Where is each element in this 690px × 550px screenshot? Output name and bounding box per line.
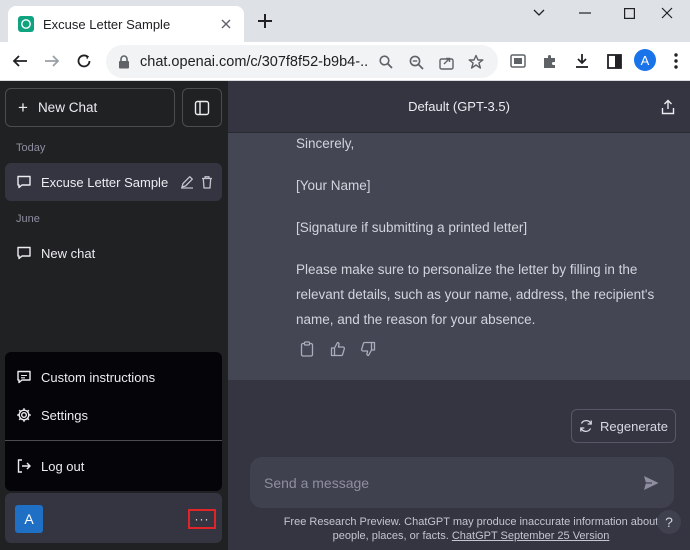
chat-item-label: New chat: [41, 245, 96, 261]
custom-instructions-label: Custom instructions: [41, 369, 156, 385]
minimize-icon[interactable]: [562, 0, 608, 26]
user-avatar: A: [15, 505, 43, 533]
settings-label: Settings: [41, 407, 88, 423]
message-line: [Your Name]: [296, 178, 371, 193]
close-tab-icon[interactable]: [218, 16, 234, 32]
chat-item-new-chat[interactable]: New chat: [5, 234, 222, 272]
sidebar: + New Chat Today Excuse Letter Sample Ju…: [0, 81, 228, 550]
search-icon[interactable]: [374, 50, 398, 74]
back-arrow-icon[interactable]: [8, 49, 32, 73]
message-line: [Signature if submitting a printed lette…: [296, 220, 528, 235]
chat-bubble-icon: [16, 245, 32, 261]
reload-icon[interactable]: [72, 49, 96, 73]
url-text[interactable]: chat.openai.com/c/307f8f52-b9b4-...: [140, 54, 368, 70]
assistant-message: Sincerely, [Your Name] [Signature if sub…: [228, 133, 690, 380]
menu-divider: [5, 440, 222, 441]
plus-icon: +: [18, 97, 28, 117]
new-chat-button[interactable]: + New Chat: [5, 88, 175, 127]
logout-icon: [16, 458, 32, 474]
thumbs-up-icon[interactable]: [330, 341, 346, 357]
gear-icon: [16, 407, 32, 423]
download-icon[interactable]: [570, 49, 594, 73]
chatgpt-logo-icon: [18, 16, 34, 32]
browser-toolbar: chat.openai.com/c/307f8f52-b9b4-... A: [0, 42, 690, 81]
copy-clipboard-icon[interactable]: [300, 341, 316, 357]
screenshot-icon[interactable]: [506, 49, 530, 73]
forward-arrow-icon[interactable]: [40, 49, 64, 73]
message-square-icon: [16, 369, 32, 385]
section-label-june: June: [16, 213, 40, 225]
message-line: Sincerely,: [296, 136, 355, 151]
model-title: Default (GPT-3.5): [408, 99, 510, 114]
logout-menu-item[interactable]: Log out: [5, 447, 222, 485]
new-chat-label: New Chat: [37, 100, 98, 115]
chat-item-label: Excuse Letter Sample: [41, 174, 169, 190]
chat-bubble-icon: [16, 174, 32, 190]
chat-header: Default (GPT-3.5): [228, 81, 690, 133]
refresh-icon: [579, 419, 593, 433]
section-label-today: Today: [16, 142, 46, 154]
tab-title: Excuse Letter Sample: [43, 16, 171, 32]
bookmark-star-icon[interactable]: [464, 50, 488, 74]
chevron-down-icon[interactable]: [516, 0, 562, 26]
logout-label: Log out: [41, 458, 85, 474]
browser-tab[interactable]: Excuse Letter Sample: [8, 6, 244, 42]
message-paragraph: Please make sure to personalize the lett…: [296, 262, 655, 327]
edit-icon[interactable]: [180, 175, 194, 189]
window-close-icon[interactable]: [644, 0, 690, 26]
share-page-icon[interactable]: [434, 50, 458, 74]
zoom-out-icon[interactable]: [404, 50, 428, 74]
sidebar-toggle-button[interactable]: [182, 88, 222, 127]
browser-tab-strip: Excuse Letter Sample: [0, 0, 690, 42]
browser-profile-avatar[interactable]: A: [634, 49, 656, 71]
share-icon[interactable]: [660, 99, 676, 115]
version-link[interactable]: ChatGPT September 25 Version: [452, 530, 610, 542]
help-button[interactable]: ?: [657, 510, 681, 534]
message-composer: [250, 457, 674, 508]
browser-menu-icon[interactable]: [664, 49, 688, 73]
send-icon[interactable]: [642, 474, 660, 492]
extensions-puzzle-icon[interactable]: [538, 49, 562, 73]
message-input[interactable]: [264, 472, 624, 494]
user-account-row[interactable]: A ···: [5, 493, 222, 543]
account-menu-popup: Custom instructions Settings Log out: [5, 352, 222, 491]
thumbs-down-icon[interactable]: [360, 341, 376, 357]
chat-main-panel: Default (GPT-3.5) Sincerely, [Your Name]…: [228, 81, 690, 550]
sidebar-toggle-icon: [194, 100, 210, 115]
footer-disclaimer: Free Research Preview. ChatGPT may produ…: [266, 515, 676, 543]
new-tab-button[interactable]: [254, 10, 276, 32]
delete-trash-icon[interactable]: [200, 175, 214, 189]
regenerate-label: Regenerate: [600, 418, 668, 434]
regenerate-button[interactable]: Regenerate: [571, 409, 676, 443]
settings-menu-item[interactable]: Settings: [5, 396, 222, 434]
custom-instructions-menu-item[interactable]: Custom instructions: [5, 358, 222, 396]
more-options-button[interactable]: ···: [188, 509, 216, 529]
address-bar[interactable]: chat.openai.com/c/307f8f52-b9b4-...: [106, 45, 498, 78]
side-panel-icon[interactable]: [602, 49, 626, 73]
lock-icon[interactable]: [118, 54, 130, 69]
message-feedback-bar: [300, 341, 376, 357]
chat-item-excuse-letter[interactable]: Excuse Letter Sample: [5, 163, 222, 201]
